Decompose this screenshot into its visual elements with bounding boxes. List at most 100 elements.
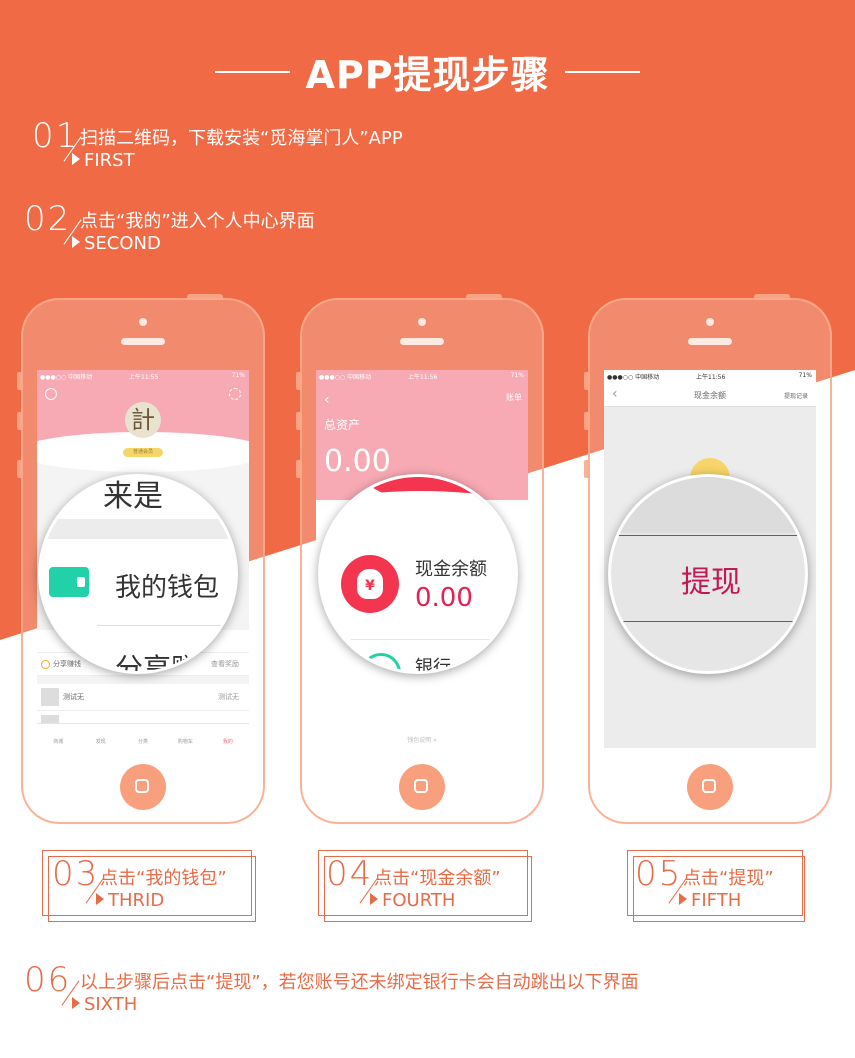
step-sub: FIFTH [679,890,741,911]
title-line-right [564,70,640,73]
avatar[interactable]: 計 [125,402,161,438]
step-number: 06 [24,960,72,1000]
step-04: 04 点击“现金余额” FOURTH [318,850,532,922]
magnifier-cash: ¥ 现金余额 0.00 银行 [318,474,518,674]
thumbnail [41,688,59,706]
step-01: 01 扫描二维码，下载安装“觅海掌门人”APP FIRST [32,116,532,176]
header: APP提现步骤 [0,44,855,99]
back-icon[interactable]: ‹ [324,392,330,408]
play-icon [72,236,80,248]
status-bar: ●●●○○ 中国移动 上午11:56 71% [607,372,812,381]
member-badge: 普通会员 [123,448,163,457]
step-sub: FIRST [72,150,135,171]
status-bar: ●●●○○ 中国移动 上午11:55 71% [40,372,245,381]
step-number: 04 [326,854,374,894]
step-sub: FOURTH [370,890,455,911]
camera [139,318,147,326]
magnifier-wallet: 来是 我的钱包 分享赚 [38,474,238,674]
message-icon[interactable] [45,388,57,400]
cash-balance-value: 0.00 [415,583,473,613]
step-text: 以上步骤后点击“提现”，若您账号还未绑定银行卡会自动跳出以下界面 [80,972,639,993]
power-button [466,294,502,300]
home-button [399,764,445,810]
bill-link[interactable]: 账单 [506,392,522,403]
tab-cart[interactable]: 购物车 [164,724,206,748]
step-sub: SECOND [72,233,161,254]
settings-icon[interactable] [229,388,241,400]
volume-button [296,372,301,390]
power-button [187,294,223,300]
divider [351,639,515,640]
step-05: 05 点击“提现” FIFTH [627,850,807,922]
bank-row-label: 银行 [415,657,451,674]
step-number: 02 [24,199,72,239]
tab-discover[interactable]: 发现 [79,724,121,748]
top-band [611,477,805,533]
step-number: 03 [52,854,100,894]
speaker [121,338,165,345]
bank-row-icon [361,653,401,671]
wallet-footer[interactable]: 钱包说明 » [316,735,528,744]
total-assets-value: 0.00 [324,444,391,479]
wallet-icon [49,567,89,597]
play-icon [370,893,378,905]
divider [97,625,235,626]
play-icon [96,893,104,905]
step-text: 点击“我的”进入个人中心界面 [80,211,315,232]
volume-button [17,372,22,390]
step-content: 04 点击“现金余额” FOURTH [326,854,526,914]
step-sub: SIXTH [72,994,137,1015]
volume-button [296,412,301,430]
step-text: 点击“我的钱包” [100,868,227,889]
camera [706,318,714,326]
tab-mine[interactable]: 我的 [207,724,249,748]
divider [41,519,235,539]
play-icon [679,893,687,905]
cash-balance-label: 现金余额 [415,559,487,580]
list-item[interactable]: 测试无 测试无 [37,684,249,710]
step-number: 05 [635,854,683,894]
volume-button [584,412,589,430]
step-text: 点击“提现” [683,868,774,889]
step-content: 03 点击“我的钱包” THRID [52,854,252,914]
speaker [400,338,444,345]
home-button [120,764,166,810]
status-bar: ●●●○○ 中国移动 上午11:56 71% [319,372,524,381]
speaker [688,338,732,345]
volume-button [584,372,589,390]
line-bottom [611,621,805,622]
volume-button [584,460,589,478]
title-line-left [215,70,291,73]
cash-balance-row[interactable]: ¥ 现金余额 0.00 [321,529,515,639]
tab-bar: 商城 发现 分类 购物车 我的 [37,723,249,748]
magnifier-withdraw: 提现 [608,474,808,674]
line-top [611,535,805,536]
money-bag-icon: ¥ [341,555,399,613]
power-button [754,294,790,300]
wallet-label: 我的钱包 [115,573,220,603]
step-sub: THRID [96,890,164,911]
camera [418,318,426,326]
step-06: 06 以上步骤后点击“提现”，若您账号还未绑定银行卡会自动跳出以下界面 SIXT… [24,960,804,1020]
total-assets-label: 总资产 [324,418,361,432]
menu-item-top: 来是 [103,479,163,514]
withdraw-button[interactable]: 提现 [611,557,805,601]
menu-item-next: 分享赚 [115,652,200,674]
tab-category[interactable]: 分类 [122,724,164,748]
wallet-row[interactable]: 我的钱包 [41,539,235,625]
step-content: 05 点击“提现” FIFTH [635,854,803,914]
home-button [687,764,733,810]
share-icon [41,660,50,669]
tab-mall[interactable]: 商城 [37,724,79,748]
step-02: 02 点击“我的”进入个人中心界面 SECOND [24,199,524,259]
step-text: 扫描二维码，下载安装“觅海掌门人”APP [80,128,403,149]
step-03: 03 点击“我的钱包” THRID [42,850,256,922]
volume-button [17,460,22,478]
page-title: APP提现步骤 [305,53,550,97]
volume-button [296,460,301,478]
withdraw-records-link[interactable]: 提现记录 [784,391,808,400]
play-icon [72,153,80,165]
volume-button [17,412,22,430]
play-icon [72,997,80,1009]
step-text: 点击“现金余额” [374,868,501,889]
